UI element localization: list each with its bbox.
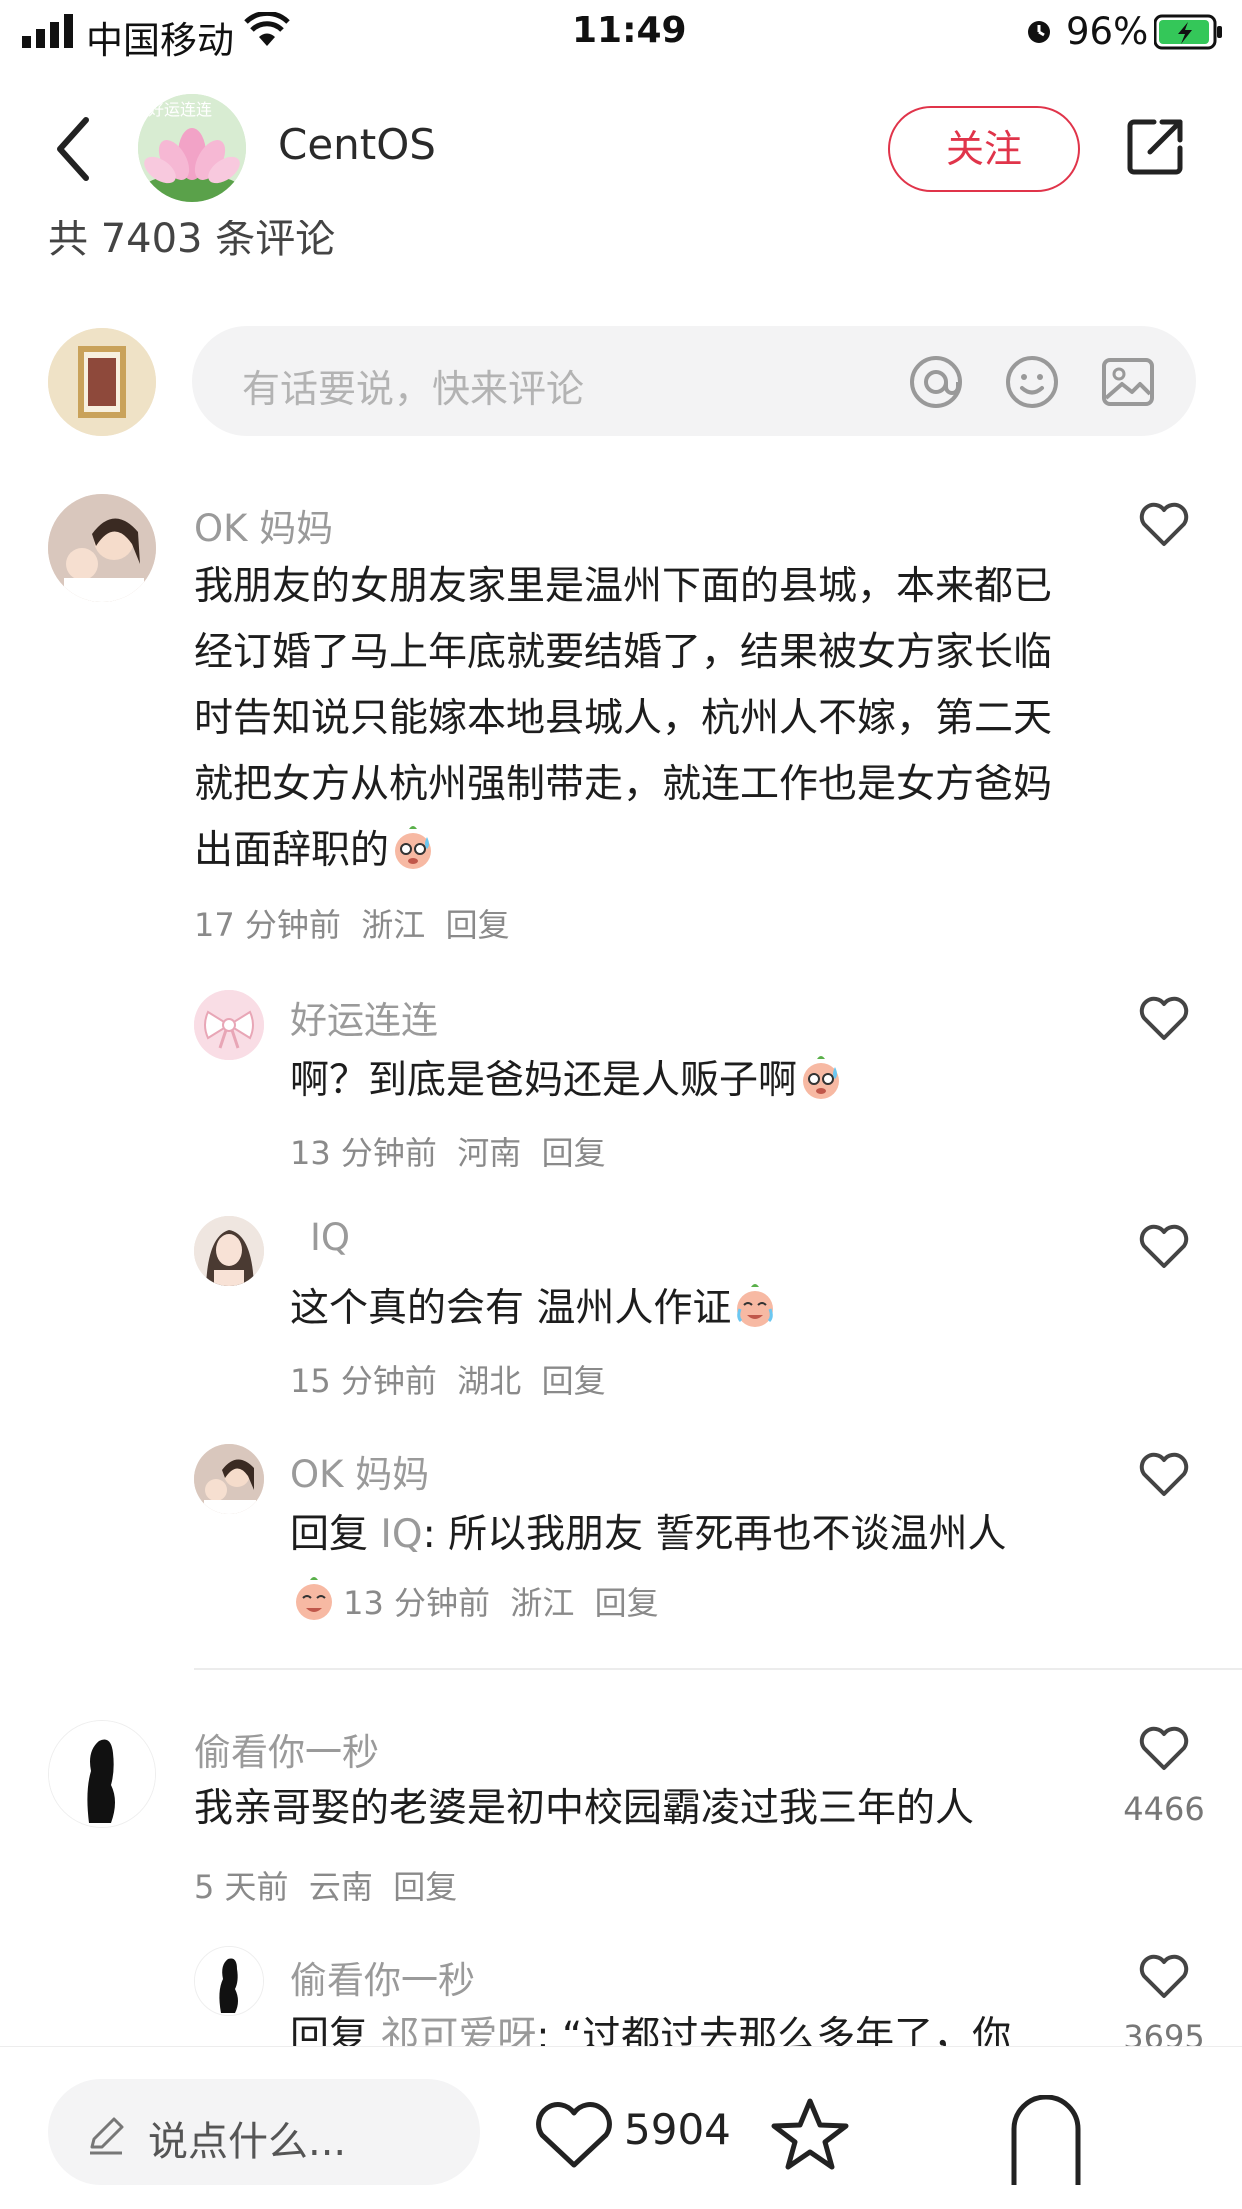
like-count: 5904 (624, 2105, 731, 2154)
pencil-icon (86, 2115, 126, 2159)
reply-avatar[interactable] (194, 1946, 264, 2016)
crying-emoji-icon (290, 1574, 338, 1622)
collect-icon[interactable] (770, 2095, 850, 2179)
like-icon[interactable] (1138, 1724, 1190, 1776)
mention-icon[interactable] (908, 354, 964, 414)
signal-icon (22, 14, 76, 52)
commenter-avatar[interactable] (48, 494, 156, 602)
emoji-icon[interactable] (1004, 354, 1060, 414)
comment-count: 共 7403 条评论 (48, 220, 336, 262)
comment-icon[interactable] (1006, 2094, 1086, 2189)
comment-input-placeholder: 有话要说，快来评论 (242, 367, 585, 411)
header: 好运连连 CentOS 关注 (0, 80, 1242, 220)
reply-text: 回复 IQ: 所以我朋友 誓死再也不谈温州人 (290, 1512, 1007, 1557)
image-icon[interactable] (1100, 354, 1156, 414)
commenter-name[interactable]: OK 妈妈 (194, 498, 333, 552)
wifi-icon (244, 10, 290, 52)
sweat-emoji-icon (389, 823, 437, 871)
commenter-avatar[interactable] (48, 1720, 156, 1828)
reply-avatar[interactable] (194, 1444, 264, 1514)
clock: 11:49 (572, 10, 687, 51)
comment-meta: 5 天前 云南 回复 (194, 1868, 458, 1906)
comment-meta: 17 分钟前 浙江 回复 (194, 906, 510, 944)
bow-icon (194, 990, 264, 1060)
reply-text: 啊？到底是爸妈还是人贩子啊 (290, 1048, 1090, 1114)
reply-name[interactable]: OK 妈妈 (290, 1444, 429, 1498)
reply-to-user[interactable]: IQ (380, 1512, 422, 1557)
share-icon[interactable] (1124, 114, 1188, 182)
reply-name[interactable]: 偷看你一秒 (290, 1950, 475, 2004)
author-name[interactable]: CentOS (278, 120, 436, 169)
carrier-label: 中国移动 (86, 19, 234, 62)
sweat-emoji-icon (797, 1053, 845, 1101)
commenter-name[interactable]: 偷看你一秒 (194, 1722, 379, 1776)
like-icon[interactable] (1138, 1952, 1190, 2004)
reply-text: 这个真的会有 温州人作证 (290, 1276, 1090, 1342)
battery-percent: 96% (1066, 10, 1149, 53)
reply-name[interactable]: 好运连连 (290, 990, 438, 1044)
back-icon[interactable] (50, 114, 94, 188)
reply-meta: 15 分钟前 湖北 回复 (290, 1362, 606, 1400)
reply-name[interactable]: IQ (310, 1216, 350, 1259)
battery-icon (1153, 14, 1224, 54)
reply-meta: 13 分钟前 浙江 回复 (343, 1584, 659, 1622)
reply-meta: 13 分钟前 河南 回复 (290, 1134, 606, 1172)
like-icon[interactable] (1138, 1450, 1190, 1502)
divider (194, 1668, 1242, 1670)
reply-avatar[interactable] (194, 990, 264, 1060)
follow-button[interactable]: 关注 (888, 106, 1080, 192)
say-something-placeholder: 说点什么... (148, 2119, 347, 2165)
like-icon[interactable] (1138, 500, 1190, 552)
say-something-input[interactable]: 说点什么... (48, 2079, 480, 2185)
author-avatar[interactable]: 好运连连 (138, 94, 246, 202)
avatar-caption: 好运连连 (148, 100, 213, 119)
comment-text: 我朋友的女朋友家里是温州下面的县城，本来都已经订婚了马上年底就要结婚了，结果被女… (194, 564, 1053, 873)
bottom-bar: 说点什么... 5904 (0, 2046, 1242, 2209)
like-icon[interactable] (1138, 994, 1190, 1046)
reply-meta-row: 13 分钟前 浙江 回复 (290, 1574, 659, 1624)
like-post-icon[interactable] (534, 2099, 614, 2175)
like-icon[interactable] (1138, 1222, 1190, 1274)
comment-text: 我亲哥娶的老婆是初中校园霸凌过我三年的人 (194, 1786, 975, 1831)
crying-emoji-icon (731, 1281, 779, 1329)
my-avatar (48, 328, 156, 436)
status-bar: 中国移动 11:49 96% (0, 0, 1242, 64)
reply-avatar[interactable] (194, 1216, 264, 1286)
comment-input[interactable]: 有话要说，快来评论 (192, 326, 1196, 436)
like-count: 4466 (1123, 1790, 1205, 1828)
alarm-icon (1024, 16, 1054, 50)
